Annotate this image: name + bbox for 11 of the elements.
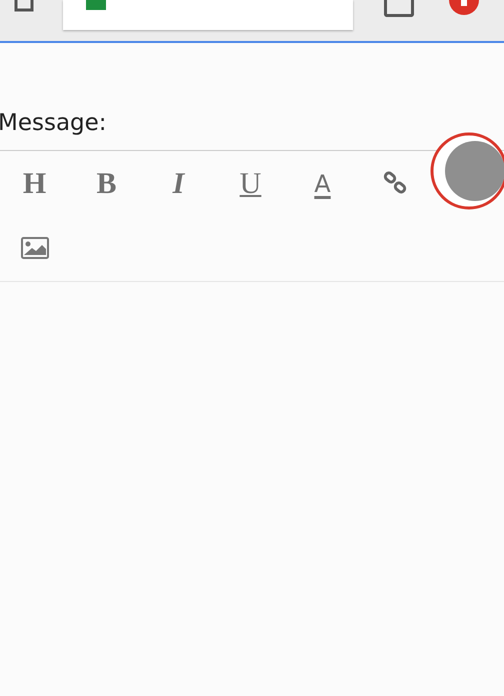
message-label: Message: xyxy=(0,109,108,138)
underline-button[interactable]: U xyxy=(213,165,288,229)
tab-switcher-icon[interactable] xyxy=(384,0,414,17)
text-color-button[interactable]: A xyxy=(285,165,360,229)
heading-button[interactable]: H xyxy=(0,165,72,229)
link-icon xyxy=(382,171,406,195)
address-field[interactable] xyxy=(63,0,353,30)
image-icon xyxy=(20,237,48,259)
bold-button[interactable]: B xyxy=(69,165,144,229)
italic-button[interactable]: I xyxy=(141,165,216,229)
floating-bubble-icon[interactable] xyxy=(429,131,504,211)
